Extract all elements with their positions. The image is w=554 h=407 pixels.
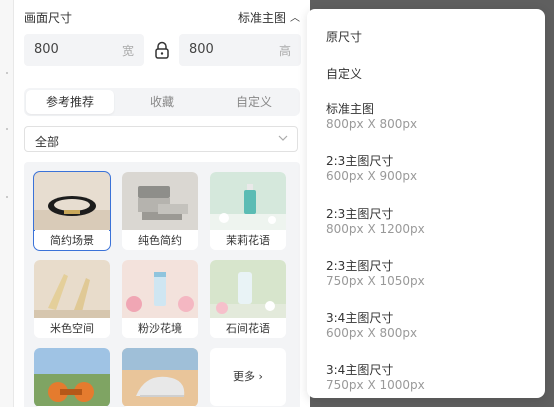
canvas-size-title: 画面尺寸: [24, 11, 73, 25]
template-label: 茉莉花语: [210, 231, 286, 250]
chevron-down-icon: [278, 135, 288, 141]
size-preset-label: 标准主图: [237, 11, 286, 25]
height-value: 800: [189, 42, 214, 57]
template-thumbnail: [210, 260, 286, 318]
size-option-dimensions: 750px X 1050px: [326, 274, 425, 288]
template-thumbnail: [34, 260, 110, 318]
tab-favorites[interactable]: 收藏: [118, 90, 206, 114]
size-option-name: 2:3主图尺寸: [326, 207, 394, 221]
size-option[interactable]: 自定义: [307, 65, 545, 85]
chevron-right-icon: ›: [255, 370, 263, 383]
size-option[interactable]: 原尺寸: [307, 28, 545, 48]
tab-recommended[interactable]: 参考推荐: [26, 90, 114, 114]
strip-marker: [6, 72, 8, 74]
chevron-up-icon: ︿: [290, 13, 300, 24]
size-option[interactable]: 3:4主图尺寸 600px X 800px: [307, 309, 545, 345]
more-label: 更多: [233, 370, 256, 383]
size-option-name: 2:3主图尺寸: [326, 259, 394, 273]
category-select[interactable]: 全部: [24, 126, 298, 152]
width-field[interactable]: 800 宽: [24, 34, 144, 66]
template-thumbnail: [122, 348, 198, 406]
height-unit: 高: [278, 44, 291, 58]
width-value: 800: [34, 42, 59, 57]
template-card[interactable]: 石间花语: [210, 260, 286, 338]
lock-icon[interactable]: [152, 40, 172, 60]
template-label: 石间花语: [210, 319, 286, 338]
template-card[interactable]: 米色空间: [34, 260, 110, 338]
size-option-name: 2:3主图尺寸: [326, 154, 394, 168]
size-option-name: 3:4主图尺寸: [326, 363, 394, 377]
size-option-dimensions: 800px X 1200px: [326, 222, 425, 236]
size-option[interactable]: 2:3主图尺寸 600px X 900px: [307, 152, 545, 188]
size-option[interactable]: 2:3主图尺寸 750px X 1050px: [307, 257, 545, 293]
size-preset-dropdown: 原尺寸 自定义 标准主图 800px X 800px 2:3主图尺寸 600px…: [307, 9, 545, 398]
template-thumbnail: [122, 172, 198, 230]
template-thumbnail: [34, 172, 110, 230]
width-unit: 宽: [121, 44, 134, 58]
canvas-size-header: 画面尺寸 标准主图 ︿: [24, 9, 300, 27]
template-card[interactable]: 粉沙花境: [122, 260, 198, 338]
template-tabs: 参考推荐 收藏 自定义: [24, 88, 300, 116]
template-card[interactable]: 简约场景: [33, 171, 111, 251]
settings-panel: 画面尺寸 标准主图 ︿ 800 宽 800 高 参考推荐 收藏 自定义 全部 简…: [14, 0, 310, 407]
size-option-dimensions: 750px X 1000px: [326, 378, 425, 392]
template-thumbnail: [122, 260, 198, 318]
size-option-dimensions: 600px X 800px: [326, 326, 418, 340]
size-option-name: 3:4主图尺寸: [326, 311, 394, 325]
strip-marker: [6, 196, 8, 198]
more-templates-button[interactable]: 更多 ›: [210, 348, 286, 406]
category-select-value: 全部: [35, 135, 60, 149]
size-option-dimensions: 800px X 800px: [326, 117, 418, 131]
template-card[interactable]: 茉莉花语: [210, 172, 286, 250]
template-card[interactable]: 纯色简约: [122, 172, 198, 250]
strip-marker: [6, 128, 8, 130]
size-preset-toggle[interactable]: 标准主图 ︿: [238, 9, 300, 26]
size-option[interactable]: 3:4主图尺寸 750px X 1000px: [307, 361, 545, 397]
template-label: 简约场景: [34, 231, 110, 250]
template-card[interactable]: [122, 348, 198, 407]
size-option-name: 自定义: [326, 67, 363, 81]
template-label: 米色空间: [34, 319, 110, 338]
template-label: 粉沙花境: [122, 319, 198, 338]
size-option[interactable]: 标准主图 800px X 800px: [307, 100, 545, 136]
template-thumbnail: [210, 172, 286, 230]
template-thumbnail: [34, 348, 110, 406]
left-toolbar-strip: [0, 0, 14, 407]
template-label: 纯色简约: [122, 231, 198, 250]
height-field[interactable]: 800 高: [179, 34, 301, 66]
tab-custom[interactable]: 自定义: [210, 90, 298, 114]
size-option-name: 原尺寸: [326, 30, 363, 44]
size-option-name: 标准主图: [326, 102, 375, 116]
template-grid: 简约场景 纯色简约 茉莉花语 米色空间 粉沙花境 石间花语 更多 ›: [24, 162, 300, 407]
template-card[interactable]: [34, 348, 110, 407]
size-option[interactable]: 2:3主图尺寸 800px X 1200px: [307, 205, 545, 241]
size-option-dimensions: 600px X 900px: [326, 169, 418, 183]
